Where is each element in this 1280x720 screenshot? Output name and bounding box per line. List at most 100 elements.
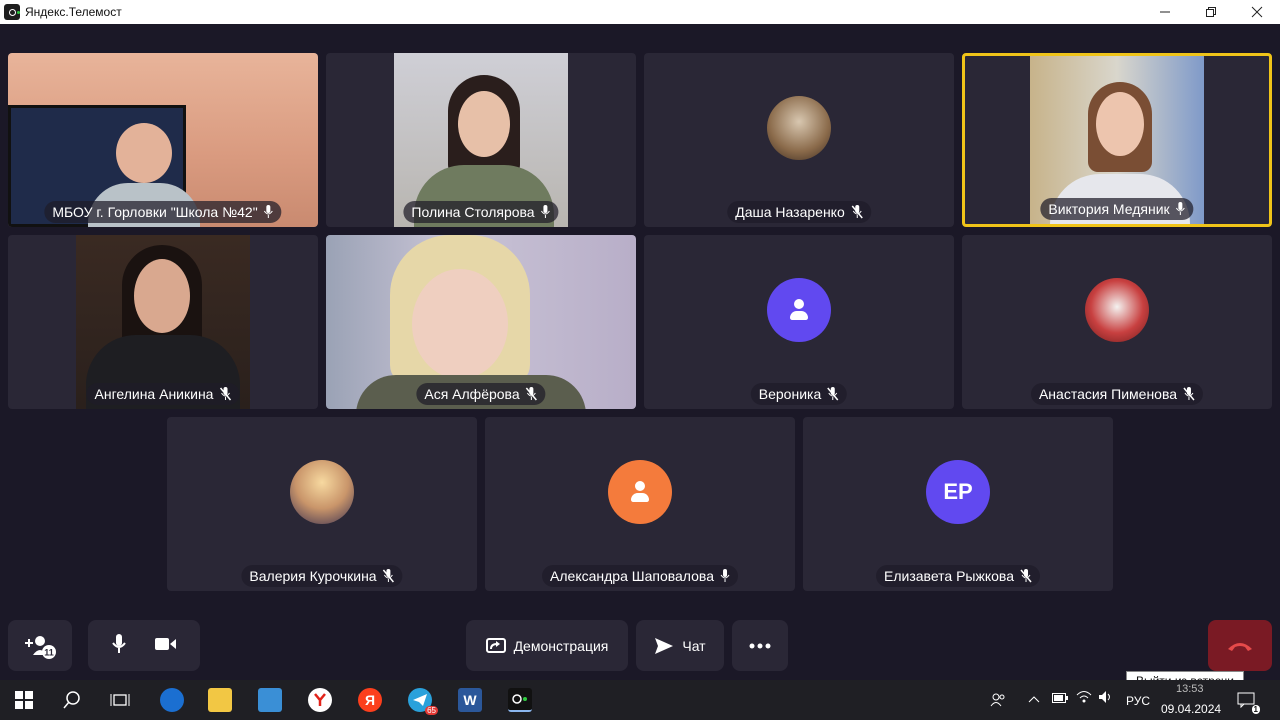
windows-taskbar: Я 65 W РУС 13:53 09.04.2024 1 bbox=[0, 680, 1280, 720]
participant-name-bar: Валерия Курочкина bbox=[241, 565, 403, 587]
edge-browser-icon[interactable] bbox=[160, 688, 184, 712]
participant-tile[interactable]: Александра Шаповалова bbox=[485, 417, 795, 591]
battery-icon[interactable] bbox=[1052, 692, 1068, 706]
close-icon bbox=[1251, 6, 1263, 18]
send-icon bbox=[655, 637, 674, 654]
participant-name: Валерия Курочкина bbox=[249, 568, 377, 584]
participant-name: Ася Алфёрова bbox=[424, 386, 520, 402]
participant-tile[interactable]: Полина Столярова bbox=[326, 53, 636, 227]
mic-off-icon bbox=[1020, 569, 1032, 583]
mic-on-icon bbox=[1176, 202, 1186, 215]
windows-logo-icon bbox=[15, 691, 33, 709]
hang-up-icon bbox=[1228, 642, 1252, 651]
tray-expand-chevron-icon[interactable] bbox=[1028, 692, 1040, 706]
camera-button[interactable] bbox=[155, 636, 177, 655]
telegram-icon[interactable]: 65 bbox=[408, 688, 438, 715]
participant-name: Вероника bbox=[758, 386, 822, 402]
window-controls bbox=[1142, 0, 1280, 24]
volume-icon[interactable] bbox=[1098, 690, 1114, 707]
participant-tile[interactable]: Даша Назаренко bbox=[644, 53, 954, 227]
participant-avatar-placeholder bbox=[767, 278, 831, 342]
mic-off-icon bbox=[827, 387, 839, 401]
word-icon[interactable]: W bbox=[458, 688, 482, 712]
participant-name-bar: Анастасия Пименова bbox=[1030, 383, 1204, 405]
participant-tile[interactable]: Вероника bbox=[644, 235, 954, 409]
telemost-taskbar-icon[interactable] bbox=[508, 688, 532, 712]
more-options-button[interactable] bbox=[732, 620, 788, 671]
participant-name-bar: Ангелина Аникина bbox=[86, 383, 240, 405]
participant-name-bar: Вероника bbox=[750, 383, 848, 405]
participants-button[interactable]: 11 bbox=[8, 620, 72, 671]
close-button[interactable] bbox=[1234, 0, 1280, 24]
participant-tile[interactable]: Ася Алфёрова bbox=[326, 235, 636, 409]
clock-date[interactable]: 09.04.2024 bbox=[1161, 702, 1221, 716]
search-button[interactable] bbox=[60, 688, 84, 712]
person-face bbox=[116, 123, 172, 183]
search-icon bbox=[63, 691, 80, 709]
yandex-app-icon[interactable]: Я bbox=[358, 688, 382, 712]
person-face bbox=[458, 91, 510, 157]
more-dots-icon bbox=[749, 643, 771, 648]
mic-off-icon bbox=[851, 205, 863, 219]
microphone-button[interactable] bbox=[111, 634, 127, 657]
screen-share-icon bbox=[485, 637, 506, 653]
microphone-icon bbox=[112, 634, 126, 653]
task-view-icon bbox=[110, 694, 130, 706]
participant-name: Александра Шаповалова bbox=[550, 568, 714, 584]
participant-tile-active-speaker[interactable]: Виктория Медяник bbox=[962, 53, 1272, 227]
screen-share-label: Демонстрация bbox=[513, 637, 609, 654]
participant-tile[interactable]: Ангелина Аникина bbox=[8, 235, 318, 409]
mic-off-icon bbox=[1183, 387, 1195, 401]
y-letter-icon bbox=[314, 693, 326, 706]
participant-name: Ангелина Аникина bbox=[94, 386, 214, 402]
participant-name-bar: Виктория Медяник bbox=[1040, 198, 1194, 220]
action-center-button[interactable]: 1 bbox=[1236, 688, 1260, 714]
minimize-icon bbox=[1160, 11, 1170, 13]
telemost-app-icon bbox=[4, 4, 20, 20]
remote-desktop-icon[interactable] bbox=[258, 688, 282, 712]
participant-name: Елизавета Рыжкова bbox=[884, 568, 1014, 584]
mic-on-icon bbox=[264, 205, 274, 218]
person-icon bbox=[629, 481, 651, 503]
participant-tile[interactable]: ЕР Елизавета Рыжкова bbox=[803, 417, 1113, 591]
participant-name-bar: Александра Шаповалова bbox=[542, 565, 738, 587]
restore-icon bbox=[1206, 7, 1216, 17]
media-controls bbox=[88, 620, 200, 671]
restore-button[interactable] bbox=[1188, 0, 1234, 24]
chat-button[interactable]: Чат bbox=[636, 620, 724, 671]
telegram-plane-icon bbox=[413, 694, 427, 706]
chat-label: Чат bbox=[682, 637, 706, 654]
participant-name: Полина Столярова bbox=[411, 204, 535, 220]
person-face bbox=[134, 259, 190, 333]
clock-time[interactable]: 13:53 bbox=[1176, 683, 1204, 695]
mic-off-icon bbox=[526, 387, 538, 401]
minimize-button[interactable] bbox=[1142, 0, 1188, 24]
start-button[interactable] bbox=[12, 688, 36, 712]
task-view-button[interactable] bbox=[108, 688, 132, 712]
camera-icon bbox=[155, 638, 176, 650]
wifi-icon[interactable] bbox=[1076, 690, 1092, 707]
leave-meeting-button[interactable] bbox=[1208, 620, 1272, 671]
mic-off-icon bbox=[219, 387, 232, 401]
participant-avatar-placeholder bbox=[608, 460, 672, 524]
person-icon bbox=[788, 299, 810, 321]
participant-name: МБОУ г. Горловки "Школа №42" bbox=[52, 204, 258, 220]
people-icon[interactable] bbox=[988, 688, 1008, 712]
mic-off-icon bbox=[383, 569, 395, 583]
screen-share-button[interactable]: Демонстрация bbox=[466, 620, 628, 671]
participant-name: Виктория Медяник bbox=[1048, 201, 1170, 217]
file-explorer-icon[interactable] bbox=[208, 688, 232, 712]
participant-name-bar: МБОУ г. Горловки "Школа №42" bbox=[44, 201, 282, 223]
telegram-unread-badge: 65 bbox=[425, 706, 438, 715]
participant-tile[interactable]: Анастасия Пименова bbox=[962, 235, 1272, 409]
participant-tile[interactable]: Валерия Курочкина bbox=[167, 417, 477, 591]
yandex-browser-icon[interactable] bbox=[308, 688, 332, 712]
participant-name: Анастасия Пименова bbox=[1038, 386, 1178, 402]
window-titlebar: Яндекс.Телемост bbox=[0, 0, 1280, 24]
participant-avatar-photo bbox=[1085, 278, 1149, 342]
participant-tile[interactable]: МБОУ г. Горловки "Школа №42" bbox=[8, 53, 318, 227]
people-glyph-icon bbox=[990, 693, 1005, 707]
participant-name-bar: Даша Назаренко bbox=[727, 201, 871, 223]
person-face bbox=[1096, 92, 1144, 156]
language-indicator[interactable]: РУС bbox=[1126, 694, 1150, 708]
